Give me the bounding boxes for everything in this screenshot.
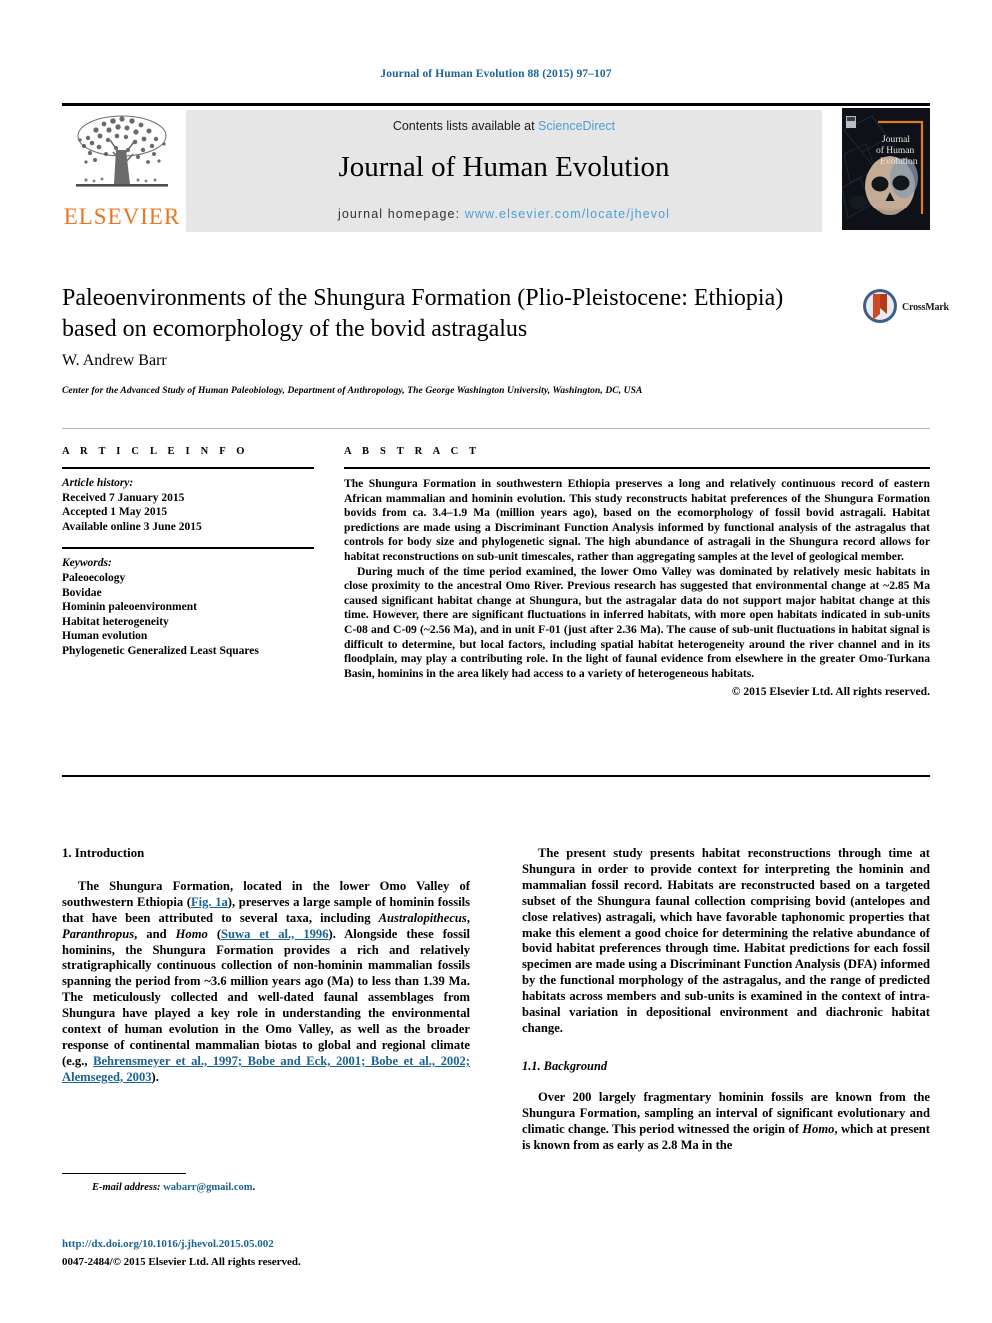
abstract-paragraph-2: During much of the time period examined,… xyxy=(344,564,930,680)
author-affiliation: Center for the Advanced Study of Human P… xyxy=(62,386,643,396)
taxon-homo: Homo xyxy=(175,926,208,941)
article-page: Journal of Human Evolution 88 (2015) 97–… xyxy=(0,0,992,1323)
journal-masthead: ELSEVIER Contents lists available at Sci… xyxy=(62,108,930,234)
author-name: W. Andrew Barr xyxy=(62,352,167,369)
info-abstract-top-rule xyxy=(62,428,930,429)
contents-prefix: Contents lists available at xyxy=(392,119,539,133)
keyword-item: Paleoecology xyxy=(62,571,126,584)
body-column-right: The present study presents habitat recon… xyxy=(522,846,930,1153)
contents-available-line: Contents lists available at ScienceDirec… xyxy=(186,119,822,133)
page-title: Paleoenvironments of the Shungura Format… xyxy=(62,285,784,342)
doi-link[interactable]: http://dx.doi.org/10.1016/j.jhevol.2015.… xyxy=(62,1238,274,1250)
article-info-rule xyxy=(62,467,314,469)
taxa-sep-2: , and xyxy=(134,926,176,941)
article-history-accepted: Accepted 1 May 2015 xyxy=(62,506,168,519)
article-info-separator xyxy=(62,547,314,550)
introduction-heading: 1. Introduction xyxy=(62,846,145,860)
journal-homepage-line: journal homepage: www.elsevier.com/locat… xyxy=(186,207,822,221)
intro-text-e: ). xyxy=(151,1069,159,1084)
keyword-item: Habitat heterogeneity xyxy=(62,615,169,628)
crossmark-badge[interactable]: CrossMark xyxy=(862,288,949,332)
abstract-rule xyxy=(344,467,930,469)
abstract-copyright: © 2015 Elsevier Ltd. All rights reserved… xyxy=(731,685,930,699)
elsevier-wordmark: ELSEVIER xyxy=(63,204,181,229)
crossmark-label: CrossMark xyxy=(902,302,949,313)
taxon-paranthropus: Paranthropus xyxy=(62,926,135,941)
intro-text-d: ). Alongside these fossil hominins, the … xyxy=(62,926,470,1068)
cover-title-line-1: Journal xyxy=(882,135,910,145)
background-heading: 1.1. Background xyxy=(522,1058,608,1073)
journal-cover-image: Journal of Human Evolution xyxy=(842,108,930,230)
abstract-paragraph-1: The Shungura Formation in southwestern E… xyxy=(344,477,930,563)
present-study-paragraph: The present study presents habitat recon… xyxy=(522,846,930,1035)
article-info-column: A R T I C L E I N F O Article history: R… xyxy=(62,446,314,659)
abstract-heading: A B S T R A C T xyxy=(344,446,481,457)
body-column-left: 1. Introduction The Shungura Formation, … xyxy=(62,846,470,1086)
abstract-body: The Shungura Formation in southwestern E… xyxy=(344,477,930,681)
taxa-sep-1: , xyxy=(466,910,470,925)
taxon-homo-background: Homo xyxy=(802,1121,835,1136)
article-info-heading: A R T I C L E I N F O xyxy=(62,446,249,457)
email-suffix: . xyxy=(252,1182,256,1193)
masthead-band: Contents lists available at ScienceDirec… xyxy=(186,110,822,232)
homepage-prefix: journal homepage: xyxy=(337,207,465,221)
keyword-item: Phylogenetic Generalized Least Squares xyxy=(62,644,259,657)
abstract-column: A B S T R A C T The Shungura Formation i… xyxy=(344,446,930,698)
keywords-group: Keywords: Paleoecology Bovidae Hominin p… xyxy=(62,556,314,658)
footnote-rule xyxy=(62,1173,186,1174)
email-footnote: E-mail address: wabarr@gmail.com. xyxy=(92,1182,255,1193)
sciencedirect-link[interactable]: ScienceDirect xyxy=(538,119,615,133)
running-head: Journal of Human Evolution 88 (2015) 97–… xyxy=(380,68,612,80)
keyword-item: Hominin paleoenvironment xyxy=(62,601,197,614)
journal-cover-thumbnail: Journal of Human Evolution xyxy=(842,108,930,230)
email-link[interactable]: wabarr@gmail.com xyxy=(163,1182,252,1193)
taxon-australopithecus: Australopithecus xyxy=(378,910,467,925)
article-history-received: Received 7 January 2015 xyxy=(62,491,185,504)
introduction-paragraph-1: The Shungura Formation, located in the l… xyxy=(62,879,470,1086)
cover-title-line-3: Evolution xyxy=(880,157,918,167)
article-history-label: Article history: xyxy=(62,477,134,489)
header-top-rule xyxy=(62,103,930,106)
elsevier-tree-icon xyxy=(76,115,168,187)
citation-group-climate[interactable]: Behrensmeyer et al., 1997; Bobe and Eck,… xyxy=(62,1054,470,1084)
keyword-item: Bovidae xyxy=(62,586,102,599)
keyword-item: Human evolution xyxy=(62,630,148,643)
article-history-online: Available online 3 June 2015 xyxy=(62,520,202,533)
citation-suwa-1996[interactable]: Suwa et al., 1996 xyxy=(221,927,329,941)
journal-title: Journal of Human Evolution xyxy=(338,151,670,183)
keywords-label: Keywords: xyxy=(62,557,112,570)
issn-copyright: 0047-2484/© 2015 Elsevier Ltd. All right… xyxy=(62,1256,301,1268)
cover-title-line-2: of Human xyxy=(876,145,915,156)
figure-1a-link[interactable]: Fig. 1a xyxy=(191,895,228,909)
email-label: E-mail address: xyxy=(92,1182,161,1193)
journal-homepage-link[interactable]: www.elsevier.com/locate/jhevol xyxy=(465,207,670,221)
crossmark-icon xyxy=(863,289,897,323)
title-block: Paleoenvironments of the Shungura Format… xyxy=(62,283,842,345)
intro-text-c: ( xyxy=(207,926,222,941)
article-history-group: Article history: Received 7 January 2015… xyxy=(62,476,314,534)
background-paragraph-1: Over 200 largely fragmentary hominin fos… xyxy=(522,1090,930,1154)
elsevier-logo: ELSEVIER xyxy=(62,110,182,234)
abstract-bottom-rule xyxy=(62,775,930,777)
